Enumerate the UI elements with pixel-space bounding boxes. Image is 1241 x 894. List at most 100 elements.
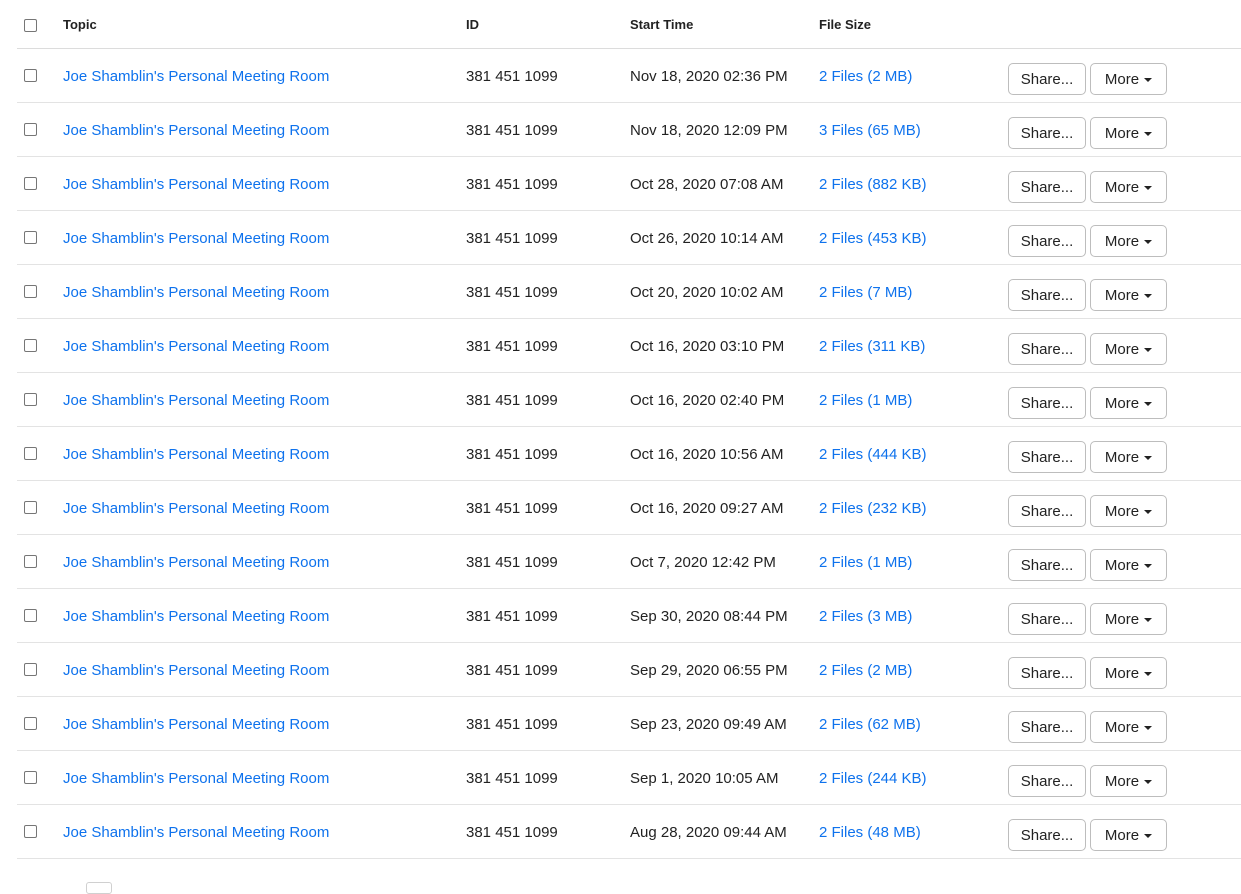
more-dropdown-button[interactable]: More — [1090, 495, 1167, 527]
file-size-link[interactable]: 2 Files (882 KB) — [819, 176, 927, 193]
caret-down-icon — [1144, 672, 1153, 676]
more-dropdown-button[interactable]: More — [1090, 333, 1167, 365]
row-checkbox[interactable] — [24, 609, 37, 622]
file-size-link[interactable]: 3 Files (65 MB) — [819, 122, 921, 139]
share-button[interactable]: Share... — [1008, 711, 1086, 743]
row-checkbox[interactable] — [24, 285, 37, 298]
more-dropdown-button[interactable]: More — [1090, 171, 1167, 203]
table-row: Joe Shamblin's Personal Meeting Room 381 … — [17, 481, 1241, 535]
meeting-id: 381 451 1099 — [466, 284, 558, 301]
more-dropdown-button[interactable]: More — [1090, 819, 1167, 851]
row-checkbox[interactable] — [24, 177, 37, 190]
start-time: Sep 23, 2020 09:49 AM — [630, 716, 787, 733]
share-button[interactable]: Share... — [1008, 279, 1086, 311]
more-label: More — [1104, 340, 1140, 358]
row-checkbox[interactable] — [24, 123, 37, 136]
file-size-link[interactable]: 2 Files (1 MB) — [819, 392, 912, 409]
meeting-topic-link[interactable]: Joe Shamblin's Personal Meeting Room — [63, 176, 329, 193]
share-button[interactable]: Share... — [1008, 117, 1086, 149]
meeting-topic-link[interactable]: Joe Shamblin's Personal Meeting Room — [63, 446, 329, 463]
share-button[interactable]: Share... — [1008, 441, 1086, 473]
file-size-link[interactable]: 2 Files (311 KB) — [819, 338, 925, 355]
more-dropdown-button[interactable]: More — [1090, 63, 1167, 95]
file-size-link[interactable]: 2 Files (453 KB) — [819, 230, 927, 247]
header-start-time[interactable]: Start Time — [630, 17, 693, 32]
start-time: Sep 29, 2020 06:55 PM — [630, 662, 788, 679]
share-button[interactable]: Share... — [1008, 225, 1086, 257]
file-size-link[interactable]: 2 Files (62 MB) — [819, 716, 921, 733]
row-checkbox[interactable] — [24, 825, 37, 838]
caret-down-icon — [1144, 132, 1153, 136]
more-dropdown-button[interactable]: More — [1090, 117, 1167, 149]
meeting-topic-link[interactable]: Joe Shamblin's Personal Meeting Room — [63, 554, 329, 571]
file-size-link[interactable]: 2 Files (2 MB) — [819, 68, 912, 85]
meeting-topic-link[interactable]: Joe Shamblin's Personal Meeting Room — [63, 662, 329, 679]
start-time: Oct 16, 2020 09:27 AM — [630, 500, 784, 517]
meeting-topic-link[interactable]: Joe Shamblin's Personal Meeting Room — [63, 338, 329, 355]
meeting-topic-link[interactable]: Joe Shamblin's Personal Meeting Room — [63, 770, 329, 787]
file-size-link[interactable]: 2 Files (2 MB) — [819, 662, 912, 679]
meeting-topic-link[interactable]: Joe Shamblin's Personal Meeting Room — [63, 608, 329, 625]
pagination-box[interactable] — [86, 882, 112, 894]
share-button[interactable]: Share... — [1008, 333, 1086, 365]
share-button[interactable]: Share... — [1008, 819, 1086, 851]
share-button[interactable]: Share... — [1008, 171, 1086, 203]
meeting-topic-link[interactable]: Joe Shamblin's Personal Meeting Room — [63, 716, 329, 733]
more-label: More — [1104, 502, 1140, 520]
more-dropdown-button[interactable]: More — [1090, 765, 1167, 797]
select-all-checkbox[interactable] — [24, 19, 37, 32]
share-button[interactable]: Share... — [1008, 387, 1086, 419]
row-checkbox[interactable] — [24, 555, 37, 568]
meeting-id: 381 451 1099 — [466, 446, 558, 463]
more-label: More — [1104, 772, 1140, 790]
meeting-topic-link[interactable]: Joe Shamblin's Personal Meeting Room — [63, 68, 329, 85]
more-dropdown-button[interactable]: More — [1090, 657, 1167, 689]
table-row: Joe Shamblin's Personal Meeting Room 381 … — [17, 319, 1241, 373]
file-size-link[interactable]: 2 Files (3 MB) — [819, 608, 912, 625]
row-checkbox[interactable] — [24, 69, 37, 82]
row-checkbox[interactable] — [24, 393, 37, 406]
start-time: Oct 26, 2020 10:14 AM — [630, 230, 784, 247]
share-button[interactable]: Share... — [1008, 657, 1086, 689]
caret-down-icon — [1144, 618, 1153, 622]
more-dropdown-button[interactable]: More — [1090, 711, 1167, 743]
share-button[interactable]: Share... — [1008, 63, 1086, 95]
row-checkbox[interactable] — [24, 501, 37, 514]
more-label: More — [1104, 124, 1140, 142]
caret-down-icon — [1144, 348, 1153, 352]
meeting-topic-link[interactable]: Joe Shamblin's Personal Meeting Room — [63, 824, 329, 841]
more-dropdown-button[interactable]: More — [1090, 225, 1167, 257]
file-size-link[interactable]: 2 Files (1 MB) — [819, 554, 912, 571]
header-topic[interactable]: Topic — [63, 17, 97, 32]
share-button[interactable]: Share... — [1008, 549, 1086, 581]
row-checkbox[interactable] — [24, 717, 37, 730]
more-dropdown-button[interactable]: More — [1090, 279, 1167, 311]
row-checkbox[interactable] — [24, 663, 37, 676]
file-size-link[interactable]: 2 Files (48 MB) — [819, 824, 921, 841]
meeting-topic-link[interactable]: Joe Shamblin's Personal Meeting Room — [63, 392, 329, 409]
more-dropdown-button[interactable]: More — [1090, 549, 1167, 581]
share-button[interactable]: Share... — [1008, 765, 1086, 797]
file-size-link[interactable]: 2 Files (232 KB) — [819, 500, 927, 517]
more-dropdown-button[interactable]: More — [1090, 441, 1167, 473]
meeting-topic-link[interactable]: Joe Shamblin's Personal Meeting Room — [63, 500, 329, 517]
share-button[interactable]: Share... — [1008, 495, 1086, 527]
header-id: ID — [466, 17, 479, 32]
file-size-link[interactable]: 2 Files (444 KB) — [819, 446, 927, 463]
file-size-link[interactable]: 2 Files (7 MB) — [819, 284, 912, 301]
meeting-topic-link[interactable]: Joe Shamblin's Personal Meeting Room — [63, 230, 329, 247]
more-dropdown-button[interactable]: More — [1090, 603, 1167, 635]
meeting-topic-link[interactable]: Joe Shamblin's Personal Meeting Room — [63, 122, 329, 139]
file-size-link[interactable]: 2 Files (244 KB) — [819, 770, 927, 787]
meeting-topic-link[interactable]: Joe Shamblin's Personal Meeting Room — [63, 284, 329, 301]
row-checkbox[interactable] — [24, 771, 37, 784]
row-checkbox[interactable] — [24, 231, 37, 244]
more-label: More — [1104, 70, 1140, 88]
table-row: Joe Shamblin's Personal Meeting Room 381 … — [17, 103, 1241, 157]
more-dropdown-button[interactable]: More — [1090, 387, 1167, 419]
row-checkbox[interactable] — [24, 339, 37, 352]
share-button[interactable]: Share... — [1008, 603, 1086, 635]
header-file-size[interactable]: File Size — [819, 17, 871, 32]
row-checkbox[interactable] — [24, 447, 37, 460]
table-row: Joe Shamblin's Personal Meeting Room 381 … — [17, 589, 1241, 643]
